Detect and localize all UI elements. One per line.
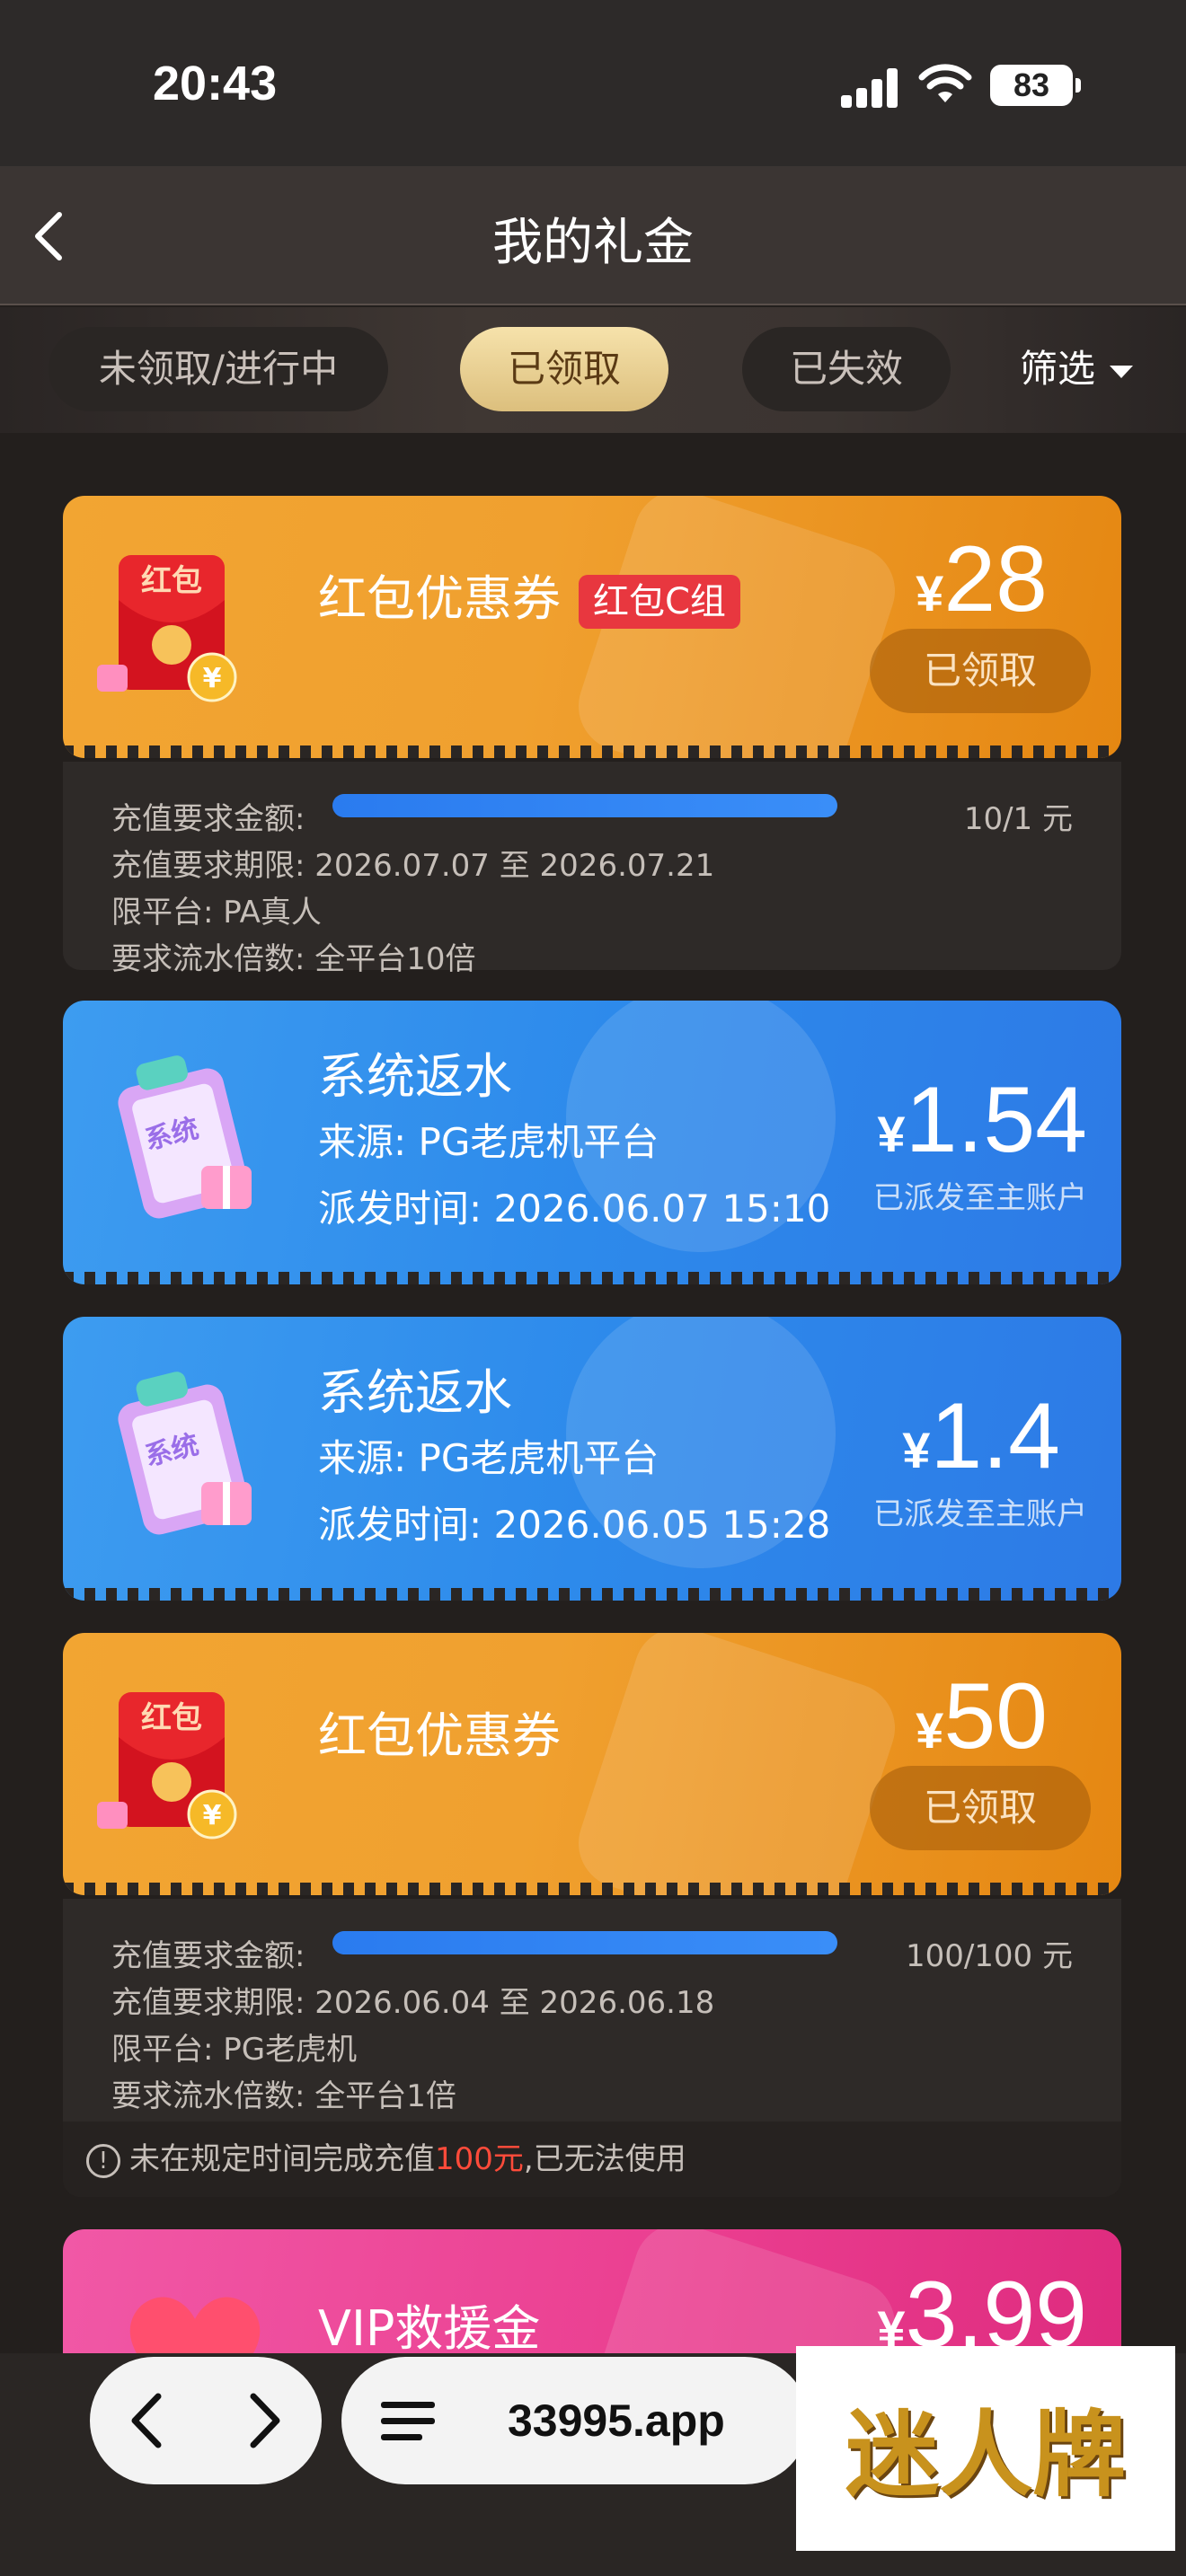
vip-rescue-title: VIP救援金 — [318, 2300, 541, 2357]
browser-back-icon[interactable] — [124, 2389, 169, 2452]
amount-value: 1.4 — [930, 1384, 1060, 1488]
rebate-source: 来源: PG老虎机平台 — [318, 1120, 659, 1164]
progress-bar — [332, 1931, 837, 1954]
platform-text: 限平台: PA真人 — [111, 895, 322, 931]
coupon-card[interactable]: 红包 ¥ 红包优惠券 红包C组 ¥28 已领取 — [63, 496, 1121, 758]
dispatch-status: 已派发至主账户 — [873, 1180, 1087, 1216]
ticket-edge — [63, 1272, 1121, 1284]
amount-value: 1.54 — [905, 1068, 1087, 1172]
url-text: 33995.app — [508, 2395, 725, 2446]
rebate-title: 系统返水 — [318, 1364, 512, 1421]
clipboard-gift-icon: 系统 — [118, 1372, 252, 1535]
tab-expired[interactable]: 已失效 — [742, 327, 951, 411]
dispatch-status: 已派发至主账户 — [873, 1496, 1087, 1532]
nav-header: 我的礼金 — [0, 166, 1186, 305]
expiry-warning: ! 未在规定时间完成充值100元,已无法使用 — [63, 2122, 1121, 2197]
rebate-title: 系统返水 — [318, 1048, 512, 1105]
battery-icon: 83 — [990, 65, 1081, 106]
address-bar[interactable]: 33995.app — [341, 2357, 809, 2484]
tab-bar: 未领取/进行中 已领取 已失效 筛选 — [0, 307, 1186, 433]
currency-symbol: ¥ — [902, 1422, 931, 1478]
browser-forward-icon[interactable] — [243, 2389, 288, 2452]
cellular-signal-icon — [841, 68, 900, 108]
caret-down-icon — [1110, 365, 1134, 378]
coupon-title: 红包优惠券 — [318, 1707, 561, 1764]
turnover-text: 要求流水倍数: 全平台10倍 — [111, 941, 476, 977]
clipboard-gift-icon: 系统 — [118, 1055, 252, 1219]
amount-requirement-label: 充值要求金额: — [111, 1938, 305, 1974]
status-bar: 20:43 83 — [0, 0, 1186, 166]
coupon-title-text: 红包优惠券 — [318, 570, 561, 627]
progress-ratio: 10/1 元 — [963, 801, 1073, 837]
red-envelope-icon: 红包 ¥ — [97, 1692, 237, 1839]
red-envelope-icon: 红包 ¥ — [97, 555, 237, 702]
progress-bar — [332, 794, 837, 817]
period-text: 充值要求期限: 2026.06.04 至 2026.06.18 — [111, 1985, 715, 2021]
coupon-card[interactable]: 红包 ¥ 红包优惠券 ¥50 已领取 — [63, 1633, 1121, 1895]
rebate-time: 派发时间: 2026.06.05 15:28 — [318, 1503, 831, 1547]
filter-label: 筛选 — [1020, 347, 1096, 391]
group-tag: 红包C组 — [579, 575, 740, 630]
ticket-edge — [63, 1588, 1121, 1601]
svg-text:¥: ¥ — [203, 1800, 222, 1831]
ticket-edge — [63, 745, 1121, 758]
coupon-amount: ¥50 — [916, 1663, 1048, 1770]
coupon-detail: 充值要求金额: 10/1 元 充值要求期限: 2026.07.07 至 2026… — [63, 762, 1121, 977]
currency-symbol: ¥ — [916, 1702, 944, 1759]
watermark-logo: 迷人牌 — [796, 2346, 1175, 2551]
svg-text:¥: ¥ — [203, 663, 222, 694]
warning-suffix: ,已无法使用 — [523, 2141, 686, 2177]
rebate-source: 来源: PG老虎机平台 — [318, 1436, 659, 1480]
rebate-amount: ¥1.54 — [877, 1067, 1087, 1174]
menu-icon[interactable] — [381, 2400, 438, 2441]
battery-level: 83 — [1013, 66, 1050, 103]
turnover-text: 要求流水倍数: 全平台1倍 — [111, 2078, 456, 2114]
amount-requirement-label: 充值要求金额: — [111, 801, 305, 837]
rebate-card[interactable]: 系统 系统返水 来源: PG老虎机平台 派发时间: 2026.06.07 15:… — [63, 1001, 1121, 1284]
history-nav — [90, 2357, 322, 2484]
svg-text:红包: 红包 — [141, 563, 202, 599]
warning-prefix: 未在规定时间完成充值 — [129, 2141, 435, 2177]
page-title: 我的礼金 — [492, 214, 694, 272]
period-text: 充值要求期限: 2026.07.07 至 2026.07.21 — [111, 848, 715, 884]
tab-unclaimed[interactable]: 未领取/进行中 — [49, 327, 388, 411]
tab-claimed[interactable]: 已领取 — [460, 327, 668, 411]
claimed-button[interactable]: 已领取 — [870, 629, 1091, 713]
amount-value: 28 — [943, 527, 1048, 631]
watermark-text: 迷人牌 — [845, 2399, 1126, 2510]
warning-amount: 100元 — [435, 2141, 524, 2177]
coupon-detail: 充值要求金额: 100/100 元 充值要求期限: 2026.06.04 至 2… — [63, 1899, 1121, 2197]
platform-text: 限平台: PG老虎机 — [111, 2032, 358, 2068]
wifi-icon — [918, 64, 972, 102]
rebate-time: 派发时间: 2026.06.07 15:10 — [318, 1187, 831, 1231]
filter-button[interactable]: 筛选 — [1020, 327, 1134, 411]
currency-symbol: ¥ — [916, 565, 944, 622]
info-icon: ! — [86, 2143, 120, 2178]
rebate-card[interactable]: 系统 系统返水 来源: PG老虎机平台 派发时间: 2026.06.05 15:… — [63, 1317, 1121, 1601]
claimed-button[interactable]: 已领取 — [870, 1766, 1091, 1850]
coupon-title: 红包优惠券 红包C组 — [318, 559, 740, 630]
progress-ratio: 100/100 元 — [905, 1938, 1073, 1974]
decorative-envelope-icon — [566, 1633, 907, 1895]
amount-value: 50 — [943, 1664, 1048, 1769]
currency-symbol: ¥ — [877, 1106, 906, 1162]
status-time: 20:43 — [153, 57, 278, 110]
rebate-amount: ¥1.4 — [902, 1383, 1060, 1490]
ticket-edge — [63, 1883, 1121, 1895]
coupon-amount: ¥28 — [916, 526, 1048, 633]
svg-text:红包: 红包 — [141, 1700, 202, 1736]
